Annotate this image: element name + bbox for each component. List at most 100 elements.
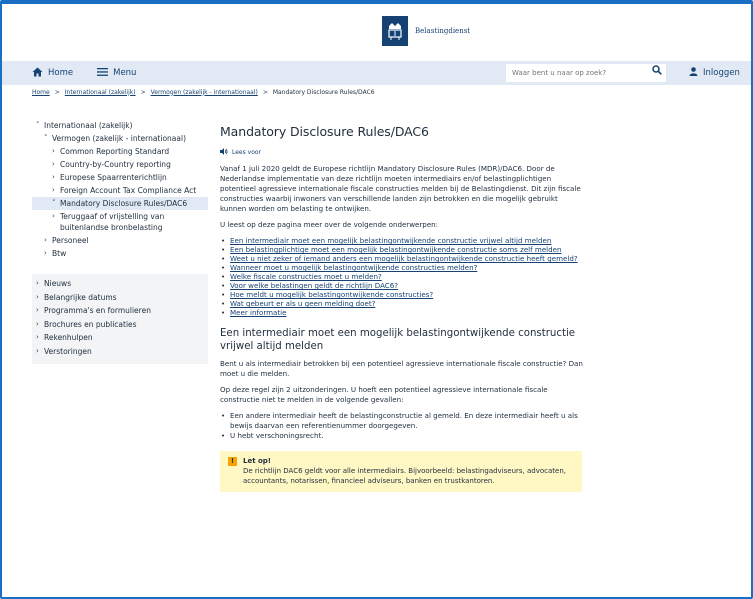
topic-list-item: Een intermediair moet een mogelijk belas… — [220, 236, 586, 245]
topic-link[interactable]: Hoe meldt u mogelijk belastingontwijkend… — [230, 290, 433, 299]
breadcrumb-internationaal[interactable]: Internationaal (zakelijk) — [65, 89, 136, 96]
section-paragraph: Bent u als intermediair betrokken bij ee… — [220, 359, 583, 378]
sidebar-section-link[interactable]: › Programma's en formulieren — [32, 304, 208, 318]
sidebar-tree-item[interactable]: ˅ Vermogen (zakelijk - internationaal) — [32, 132, 208, 145]
site-logo[interactable]: Belastingdienst — [382, 16, 470, 46]
nav-home-label: Home — [48, 68, 74, 78]
nav-menu[interactable]: Menu — [97, 67, 136, 79]
intro-paragraph: Vanaf 1 juli 2020 geldt de Europese rich… — [220, 164, 581, 213]
nav-home[interactable]: Home — [32, 67, 73, 80]
topic-list-item: Weet u niet zeker of iemand anders een m… — [220, 254, 586, 263]
sidebar-tree-label: Vermogen (zakelijk - internationaal) — [52, 134, 187, 143]
sidebar-tree-item[interactable]: ˅ Internationaal (zakelijk) — [32, 119, 208, 132]
topic-link[interactable]: Meer informatie — [230, 308, 287, 317]
breadcrumb-home[interactable]: Home — [32, 89, 50, 96]
chevron-right-icon: › — [36, 306, 39, 314]
topic-link[interactable]: Een belastingplichtige moet een mogelijk… — [230, 245, 562, 254]
chevron-down-icon: ˅ — [36, 121, 40, 129]
search-icon[interactable] — [652, 65, 662, 78]
sidebar-tree-item[interactable]: ˅ Mandatory Disclosure Rules/DAC6 — [32, 197, 208, 210]
read-aloud-button[interactable]: Lees voor — [220, 148, 586, 157]
sidebar-section-label: Programma's en formulieren — [44, 306, 151, 315]
exception-item: U hebt verschoningsrecht. — [220, 431, 586, 441]
breadcrumb-separator: > — [262, 88, 268, 96]
sidebar-tree-item[interactable]: › Europese Spaarrenterichtlijn — [32, 171, 208, 184]
main-navigation: Home Menu Inloggen — [2, 61, 751, 85]
breadcrumb-separator: > — [54, 88, 60, 96]
topic-list-item: Hoe meldt u mogelijk belastingontwijkend… — [220, 290, 586, 299]
search-input[interactable] — [506, 64, 666, 82]
sidebar-tree-label: Internationaal (zakelijk) — [44, 121, 133, 130]
sidebar-section-label: Verstoringen — [44, 346, 92, 356]
speaker-icon — [220, 148, 228, 157]
sidebar-tree-label: Mandatory Disclosure Rules/DAC6 — [60, 199, 188, 208]
sidebar-section-label: Rekenhulpen — [44, 333, 93, 342]
sidebar-section-link[interactable]: › Rekenhulpen — [32, 331, 208, 345]
topic-list-item: Voor welke belastingen geldt de richtlij… — [220, 281, 586, 290]
topic-link-list: Een intermediair moet een mogelijk belas… — [220, 236, 586, 317]
chevron-right-icon: › — [52, 173, 55, 181]
topic-link[interactable]: Wanneer moet u mogelijk belastingontwijk… — [230, 263, 477, 272]
user-icon — [689, 67, 698, 79]
sidebar-tree-item[interactable]: › Teruggaaf of vrijstelling van buitenlan… — [32, 210, 208, 234]
topic-list-item: Welke fiscale constructies moet u melden… — [220, 272, 586, 281]
topic-link[interactable]: Weet u niet zeker of iemand anders een m… — [230, 254, 578, 263]
chevron-right-icon: › — [36, 319, 39, 328]
sidebar-tree-label: Btw — [52, 249, 67, 258]
sidebar-section-link[interactable]: › Brochures en publicaties — [32, 318, 208, 332]
topic-list-item: Een belastingplichtige moet een mogelijk… — [220, 245, 586, 254]
chevron-right-icon: › — [52, 147, 55, 155]
sidebar-tree-item[interactable]: › Personeel — [32, 234, 208, 247]
topic-link[interactable]: Wat gebeurt er als u geen melding doet? — [230, 299, 375, 308]
sidebar-section-link[interactable]: › Belangrijke datums — [32, 291, 208, 305]
sidebar-tree-item[interactable]: › Country-by-Country reporting — [32, 158, 208, 171]
sidebar-sections: › Nieuws › Belangrijke datums › Programma's e… — [32, 274, 208, 364]
topic-link[interactable]: Welke fiscale constructies moet u melden… — [230, 272, 382, 281]
page-title: Mandatory Disclosure Rules/DAC6 — [220, 124, 429, 139]
chevron-right-icon: › — [52, 186, 55, 194]
breadcrumb-separator: > — [140, 88, 146, 96]
notice-text: De richtlijn DAC6 geldt voor alle interm… — [243, 467, 567, 485]
chevron-right-icon: › — [36, 346, 39, 355]
notice-title: Let op! — [243, 457, 272, 465]
topic-link[interactable]: Voor welke belastingen geldt de richtlij… — [230, 281, 398, 290]
sidebar-section-label: Belangrijke datums — [44, 292, 117, 302]
crown-emblem-icon — [382, 16, 408, 46]
chevron-right-icon: › — [52, 160, 55, 168]
sidebar-section-link[interactable]: › Nieuws — [32, 277, 208, 291]
breadcrumb-vermogen[interactable]: Vermogen (zakelijk - internationaal) — [151, 89, 258, 96]
topic-list-item: Meer informatie — [220, 308, 586, 317]
login-label: Inloggen — [703, 68, 740, 78]
brand-name: Belastingdienst — [415, 27, 471, 35]
sidebar-tree: ˅ Internationaal (zakelijk) ˅ Vermogen (zak… — [32, 119, 208, 260]
chevron-down-icon: ˅ — [52, 199, 56, 207]
home-icon — [32, 67, 43, 80]
sidebar-tree-item[interactable]: › Btw — [32, 247, 208, 260]
chevron-right-icon: › — [44, 236, 47, 244]
login-button[interactable]: Inloggen — [689, 67, 740, 79]
sidebar-tree-label: Personeel — [52, 236, 89, 245]
chevron-right-icon: › — [36, 292, 39, 301]
sidebar-tree-label: Country-by-Country reporting — [60, 160, 171, 169]
topic-list-item: Wanneer moet u mogelijk belastingontwijk… — [220, 263, 586, 272]
chevron-right-icon: › — [36, 279, 39, 287]
sidebar: ˅ Internationaal (zakelijk) ˅ Vermogen (zak… — [32, 119, 208, 364]
sidebar-section-link[interactable]: › Verstoringen — [32, 345, 208, 359]
chevron-down-icon: ˅ — [44, 134, 48, 142]
sidebar-tree-label: Teruggaaf of vrijstelling van buitenland… — [60, 212, 165, 232]
main-content: Mandatory Disclosure Rules/DAC6 Lees voo… — [220, 124, 586, 492]
site-header: Belastingdienst — [2, 4, 751, 61]
breadcrumb-current: Mandatory Disclosure Rules/DAC6 — [272, 88, 375, 96]
hamburger-icon — [97, 67, 109, 79]
browser-frame: Belastingdienst Home Menu Inloggen Hom — [0, 0, 753, 599]
sidebar-section-label: Nieuws — [44, 279, 72, 288]
topic-list-item: Wat gebeurt er als u geen melding doet? — [220, 299, 586, 308]
sidebar-tree-item[interactable]: › Common Reporting Standard — [32, 145, 208, 158]
warning-icon: ! — [228, 457, 237, 466]
sidebar-tree-label: Foreign Account Tax Compliance Act — [60, 186, 197, 195]
breadcrumb: Home > Internationaal (zakelijk) > Vermo… — [2, 85, 751, 99]
sidebar-tree-label: Common Reporting Standard — [60, 147, 170, 156]
sidebar-tree-label: Europese Spaarrenterichtlijn — [60, 173, 167, 182]
topic-link[interactable]: Een intermediair moet een mogelijk belas… — [230, 236, 551, 245]
sidebar-tree-item[interactable]: › Foreign Account Tax Compliance Act — [32, 184, 208, 197]
